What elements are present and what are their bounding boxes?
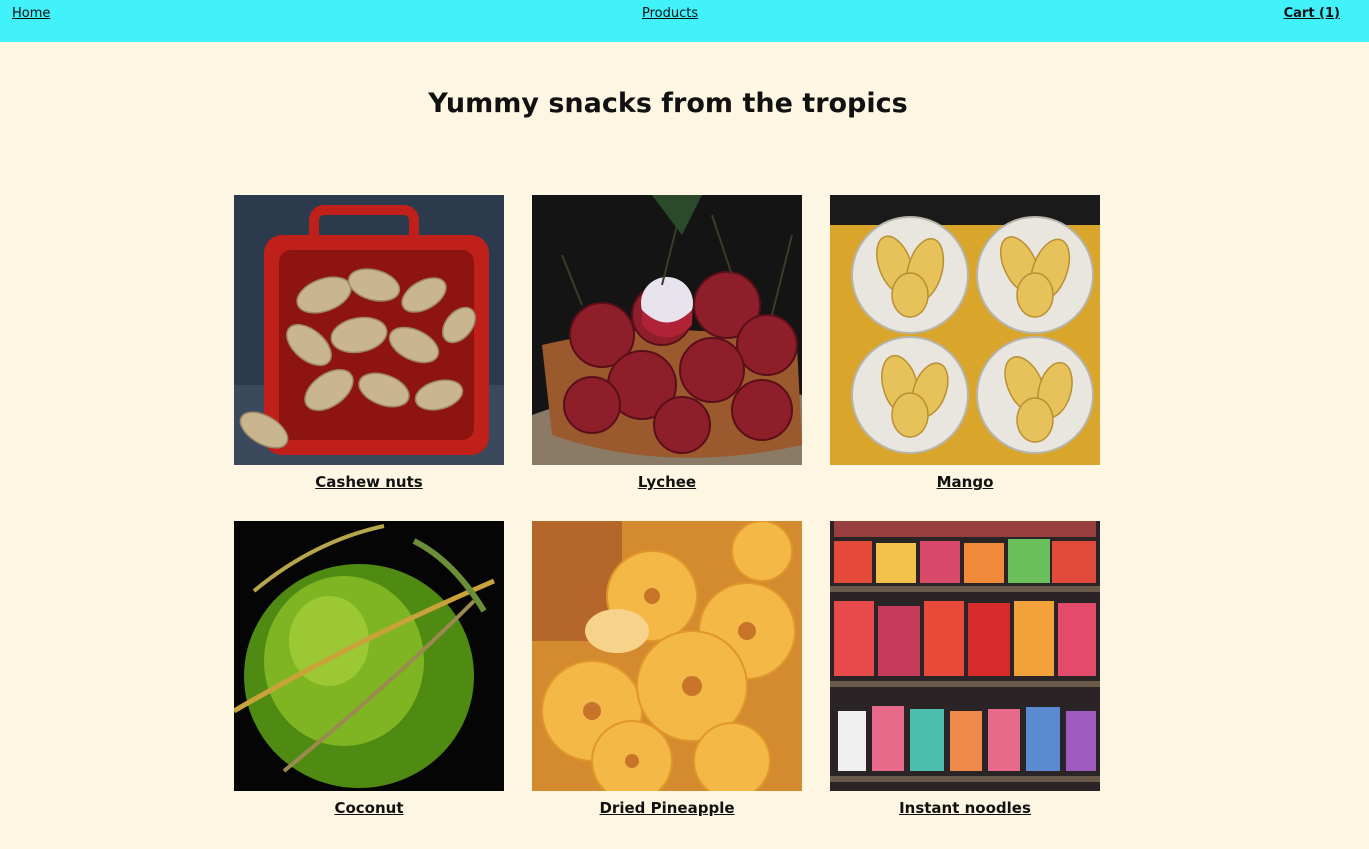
product-link-cashew[interactable]: Cashew nuts — [234, 473, 504, 491]
product-card-coconut: Coconut — [234, 521, 504, 817]
top-nav-bar: Home Products Cart (1) — [0, 0, 1369, 42]
product-image-noodles[interactable] — [830, 521, 1100, 791]
page-title: Yummy snacks from the tropics — [428, 88, 908, 119]
product-image-mango[interactable] — [830, 195, 1100, 465]
nav-link-home[interactable]: Home — [12, 6, 50, 21]
product-link-mango[interactable]: Mango — [830, 473, 1100, 491]
product-link-coconut[interactable]: Coconut — [234, 799, 504, 817]
product-card-mango: Mango — [830, 195, 1100, 491]
product-image-pineapple[interactable] — [532, 521, 802, 791]
product-card-pineapple: Dried Pineapple — [532, 521, 802, 817]
product-card-lychee: Lychee — [532, 195, 802, 491]
product-card-cashew: Cashew nuts — [234, 195, 504, 491]
product-image-lychee[interactable] — [532, 195, 802, 465]
product-link-lychee[interactable]: Lychee — [532, 473, 802, 491]
nav-link-cart[interactable]: Cart (1) — [1284, 6, 1340, 21]
product-card-noodles: Instant noodles — [830, 521, 1100, 817]
product-link-noodles[interactable]: Instant noodles — [830, 799, 1100, 817]
nav-link-products[interactable]: Products — [642, 6, 698, 21]
product-image-coconut[interactable] — [234, 521, 504, 791]
product-image-cashew[interactable] — [234, 195, 504, 465]
product-link-pineapple[interactable]: Dried Pineapple — [532, 799, 802, 817]
product-grid: Cashew nuts Lychee Mango Coconut Dried P… — [234, 195, 1100, 817]
